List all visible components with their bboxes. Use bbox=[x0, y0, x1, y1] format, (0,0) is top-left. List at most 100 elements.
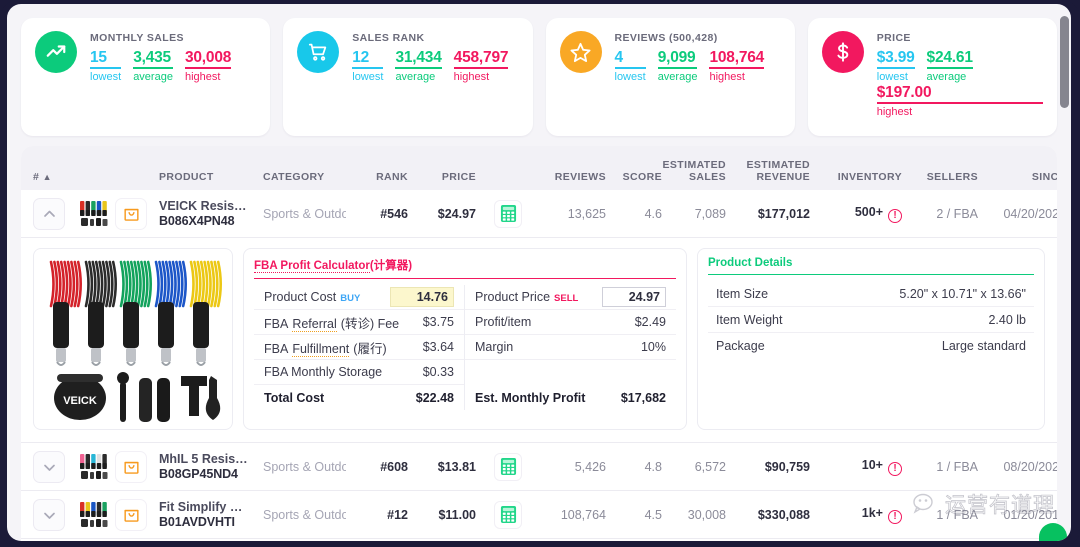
calc-label-text: Margin bbox=[475, 340, 514, 354]
calculator-icon-button[interactable] bbox=[494, 500, 522, 529]
col-estimated-revenue[interactable]: ESTIMATED REVENUE bbox=[726, 159, 810, 183]
row-expand-cell bbox=[33, 498, 79, 531]
col-estimated-revenue-line1: ESTIMATED bbox=[746, 159, 810, 171]
metric-label: average bbox=[133, 67, 173, 84]
calc-left-label: Total Cost bbox=[264, 391, 324, 405]
star-icon bbox=[559, 31, 602, 73]
metric-label: lowest bbox=[614, 67, 646, 84]
row-expand-cell bbox=[33, 197, 79, 230]
row-score: 4.8 bbox=[644, 459, 662, 474]
table-header-row: # ▲ PRODUCT CATEGORY RANK PRICE REVIEWS … bbox=[21, 146, 1057, 190]
scrollbar-thumb[interactable] bbox=[1060, 16, 1069, 108]
stat-cards: MONTHLY SALES 15 lowest 3,435 average 30,008 h… bbox=[7, 4, 1071, 146]
shopping-bag-icon[interactable] bbox=[115, 197, 147, 230]
product-detail-row: Item Weight 2.40 lb bbox=[708, 307, 1034, 333]
table-row[interactable]: MhIL 5 Resis… B08GP45ND4 Sports & Outdo #60… bbox=[21, 443, 1057, 491]
product-cost-input[interactable] bbox=[390, 287, 454, 307]
col-product[interactable]: PRODUCT bbox=[159, 171, 251, 183]
row-product-cell[interactable]: VEICK Resis… B086X4PN48 bbox=[159, 199, 251, 229]
product-asin: B086X4PN48 bbox=[159, 213, 235, 228]
metric-average: 9,099 average bbox=[657, 49, 698, 84]
inventory-warning-icon[interactable]: ! bbox=[888, 461, 902, 476]
calc-label-text: Est. Monthly Profit bbox=[475, 390, 586, 405]
calculator-icon-button[interactable] bbox=[494, 199, 522, 228]
col-index[interactable]: # ▲ bbox=[33, 171, 79, 183]
product-details-list: Item Size 5.20" x 10.71" x 13.66" Item Wei… bbox=[708, 281, 1034, 359]
col-estimated-revenue-line2: REVENUE bbox=[756, 171, 810, 183]
calculator-icon-button[interactable] bbox=[494, 452, 522, 481]
calc-label-part-b: Referral bbox=[292, 316, 337, 332]
row-product-cell[interactable]: Fit Simplify … B01AVDVHTI bbox=[159, 500, 251, 530]
calc-sup-sell: SELL bbox=[554, 293, 579, 304]
table-row[interactable]: VEICK Resis… B086X4PN48 Sports & Outdo #546… bbox=[21, 190, 1057, 238]
metric-value: $24.61 bbox=[926, 49, 973, 66]
table-row[interactable]: Fit Simplify … B01AVDVHTI Sports & Outdo #1… bbox=[21, 491, 1057, 539]
metric-label: lowest bbox=[90, 67, 122, 84]
row-calculator-cell bbox=[476, 199, 522, 228]
metric-value: 9,099 bbox=[657, 49, 696, 66]
stat-card-title: SALES RANK bbox=[352, 32, 425, 44]
thumbnail-box bbox=[79, 198, 109, 229]
shopping-bag-icon[interactable] bbox=[115, 498, 147, 531]
metric-label: lowest bbox=[352, 67, 384, 84]
row-estimated-sales: 7,089 bbox=[694, 206, 726, 221]
col-estimated-sales[interactable]: ESTIMATED SALES bbox=[662, 159, 726, 183]
col-price[interactable]: PRICE bbox=[408, 171, 476, 183]
row-reviews: 5,426 bbox=[574, 459, 606, 474]
metric-value: 458,797 bbox=[453, 49, 509, 66]
stat-metrics: 15 lowest 3,435 average 30,008 highest bbox=[90, 49, 256, 84]
row-expand-button[interactable] bbox=[33, 498, 65, 531]
row-calculator-cell bbox=[476, 452, 522, 481]
product-detail-value: 2.40 lb bbox=[988, 312, 1026, 327]
row-price: $24.97 bbox=[437, 206, 476, 221]
product-thumbnail bbox=[79, 499, 109, 530]
product-thumbnail bbox=[79, 198, 109, 229]
col-rank[interactable]: RANK bbox=[346, 171, 408, 183]
calc-right-row: Margin 10% bbox=[465, 335, 676, 360]
calc-right-row: Est. Monthly Profit $17,682 bbox=[465, 385, 676, 410]
row-inventory: 500+ bbox=[854, 204, 883, 219]
inventory-warning-icon[interactable]: ! bbox=[888, 208, 902, 223]
row-sellers: 1 / FBA bbox=[936, 459, 978, 474]
calculator-icon bbox=[500, 506, 516, 523]
dollar-icon bbox=[821, 31, 864, 73]
row-score: 4.5 bbox=[644, 507, 662, 522]
row-estimated-sales: 6,572 bbox=[694, 459, 726, 474]
stat-card-title: PRICE bbox=[876, 32, 911, 44]
product-name: VEICK Resis… bbox=[159, 198, 247, 213]
product-hero-image-box[interactable]: VEICK bbox=[33, 248, 233, 430]
sort-asc-icon[interactable]: ▲ bbox=[43, 172, 52, 182]
product-details-panel: Product Details Item Size 5.20" x 10.71" x… bbox=[697, 248, 1045, 430]
col-score[interactable]: SCORE bbox=[606, 171, 662, 183]
product-detail-label: Package bbox=[716, 339, 765, 353]
metric-label: average bbox=[926, 67, 973, 84]
row-collapse-button[interactable] bbox=[33, 197, 65, 230]
row-expand-button[interactable] bbox=[33, 450, 65, 483]
product-price-input[interactable] bbox=[602, 287, 666, 307]
shopping-bag-icon[interactable] bbox=[115, 450, 147, 483]
row-category: Sports & Outdo bbox=[263, 206, 346, 221]
inventory-warning-icon[interactable]: ! bbox=[888, 509, 902, 524]
product-asin: B01AVDVHTI bbox=[159, 514, 235, 529]
window-frame: MONTHLY SALES 15 lowest 3,435 average 30,008 h… bbox=[0, 0, 1080, 547]
cart-icon bbox=[297, 31, 340, 73]
col-category[interactable]: CATEGORY bbox=[251, 171, 346, 183]
calculator-panel-title: FBA Profit Calculator(计算器) bbox=[254, 257, 676, 279]
vertical-scrollbar[interactable] bbox=[1060, 12, 1069, 533]
product-name: Fit Simplify … bbox=[159, 499, 243, 514]
metric-highest: 30,008 highest bbox=[184, 49, 231, 84]
calculator-icon bbox=[500, 205, 516, 222]
row-product-cell[interactable]: MhIL 5 Resis… B08GP45ND4 bbox=[159, 452, 251, 482]
calc-left-row: FBA Referral (转诊) Fee $3.75 bbox=[254, 310, 464, 335]
col-since[interactable]: SINCE bbox=[978, 171, 1057, 183]
calc-left-row: FBA Monthly Storage $0.33 bbox=[254, 360, 464, 385]
col-reviews[interactable]: REVIEWS bbox=[522, 171, 606, 183]
row-sellers: 2 / FBA bbox=[936, 206, 978, 221]
stat-metrics: $3.99 lowest $24.61 average $197.00 highest bbox=[876, 49, 1043, 119]
calc-right-label: Profit/item bbox=[475, 315, 531, 329]
col-inventory[interactable]: INVENTORY bbox=[810, 171, 902, 183]
row-inventory-cell: 1k+! bbox=[810, 506, 902, 524]
table-row[interactable]: Resistance …B08J7ZL2P1Sports & Outdo#8,1… bbox=[21, 539, 1057, 541]
row-price: $11.00 bbox=[438, 507, 476, 522]
col-sellers[interactable]: SELLERS bbox=[902, 171, 978, 183]
